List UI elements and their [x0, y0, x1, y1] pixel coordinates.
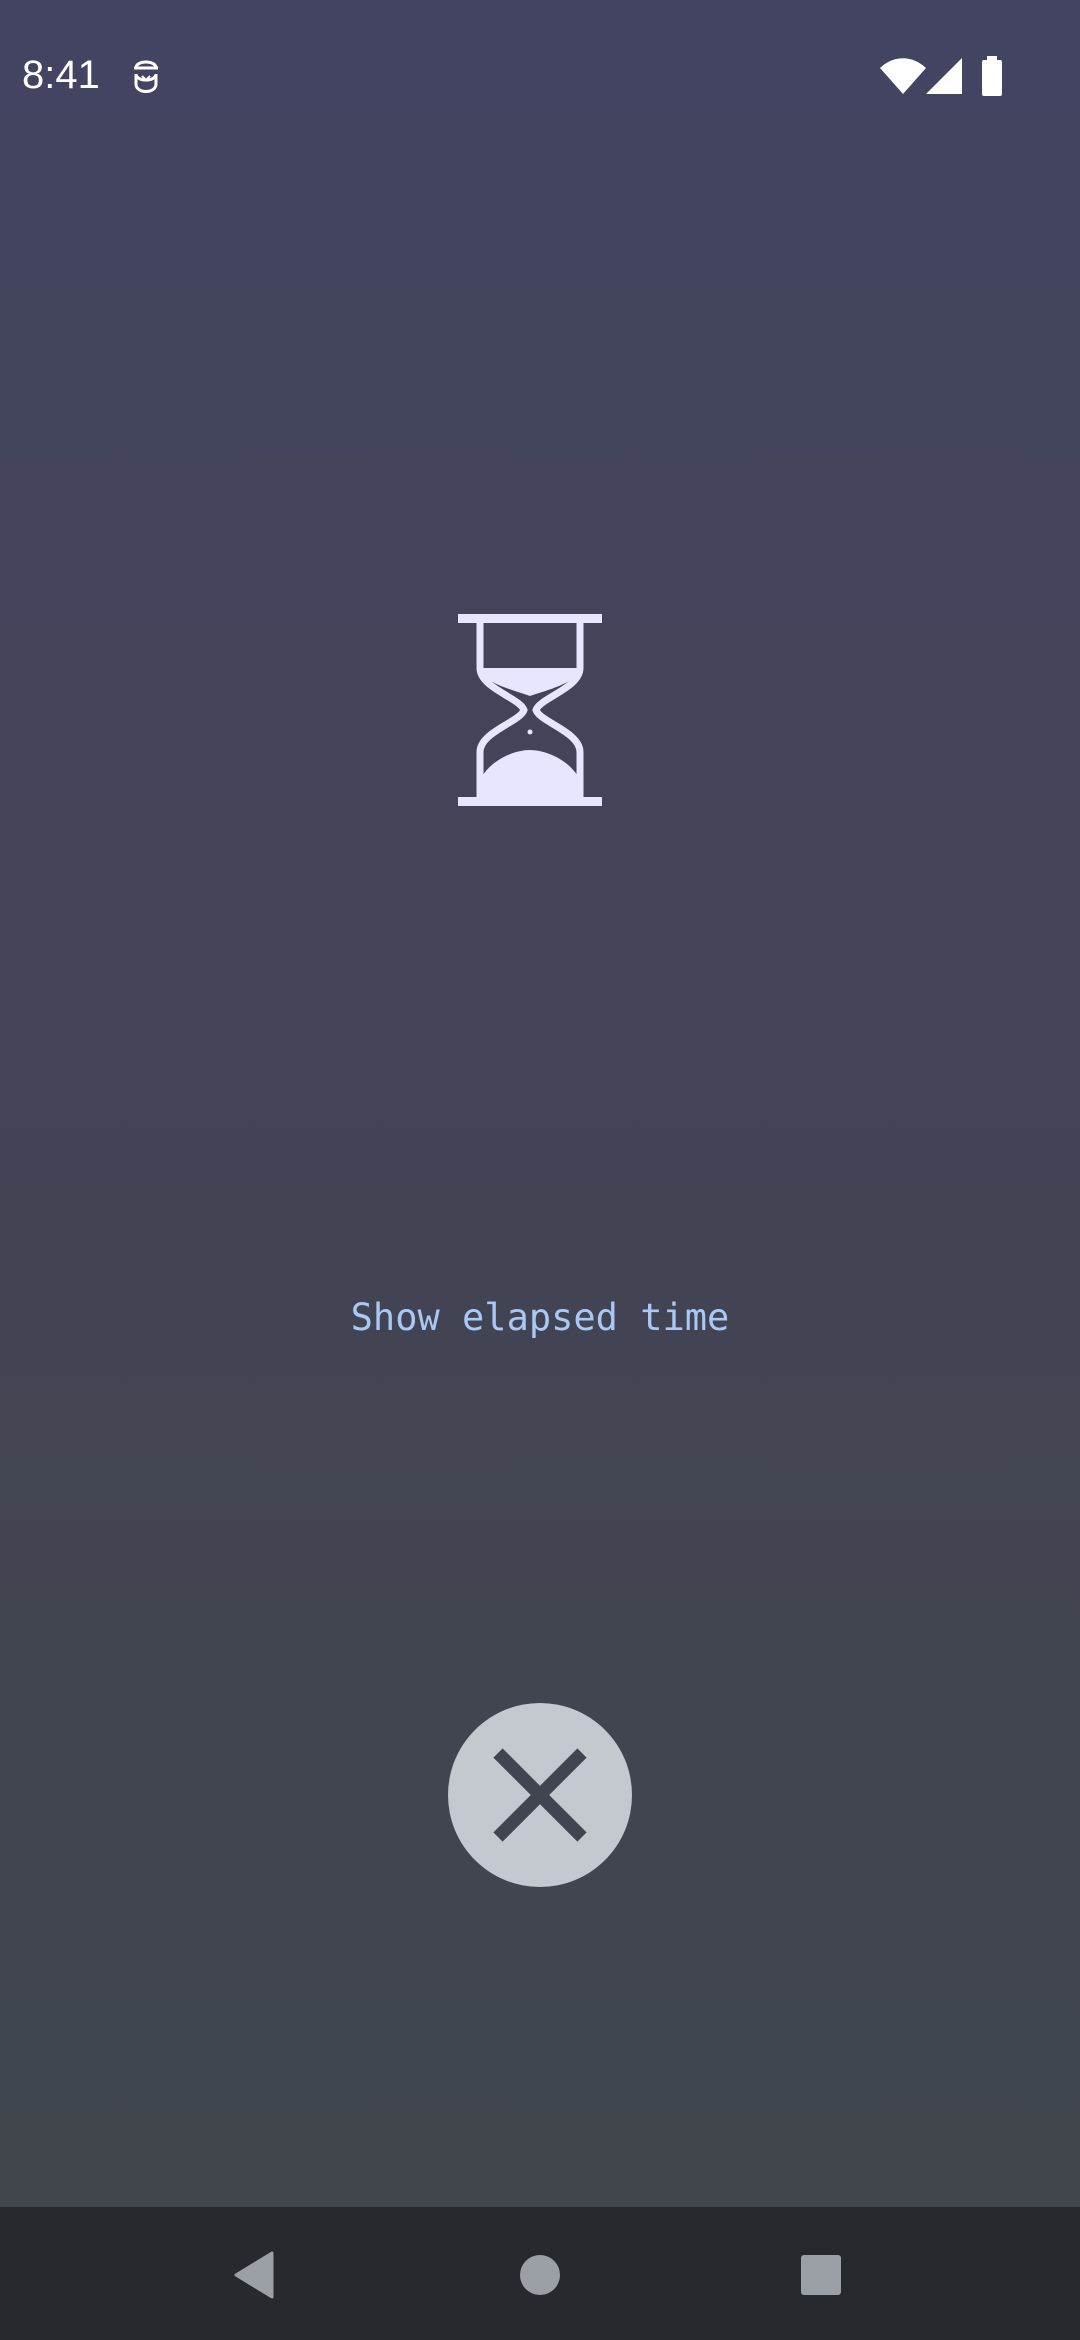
- show-elapsed-time-link[interactable]: Show elapsed time: [0, 1290, 1080, 1346]
- tvtime-notification-icon: [134, 60, 158, 93]
- status-bar: 8:41: [0, 0, 1080, 150]
- status-time: 8:41: [22, 53, 100, 97]
- close-icon: [493, 1748, 587, 1842]
- recents-square-icon[interactable]: [800, 2255, 842, 2295]
- back-triangle-icon[interactable]: [232, 2251, 276, 2299]
- home-circle-icon[interactable]: [519, 2254, 561, 2296]
- battery-icon: [982, 56, 1002, 96]
- hourglass-icon: [458, 614, 602, 806]
- close-button[interactable]: [448, 1703, 632, 1887]
- wifi-icon: [880, 58, 926, 94]
- navigation-bar: [0, 2207, 1080, 2340]
- cell-signal-icon: [926, 58, 962, 94]
